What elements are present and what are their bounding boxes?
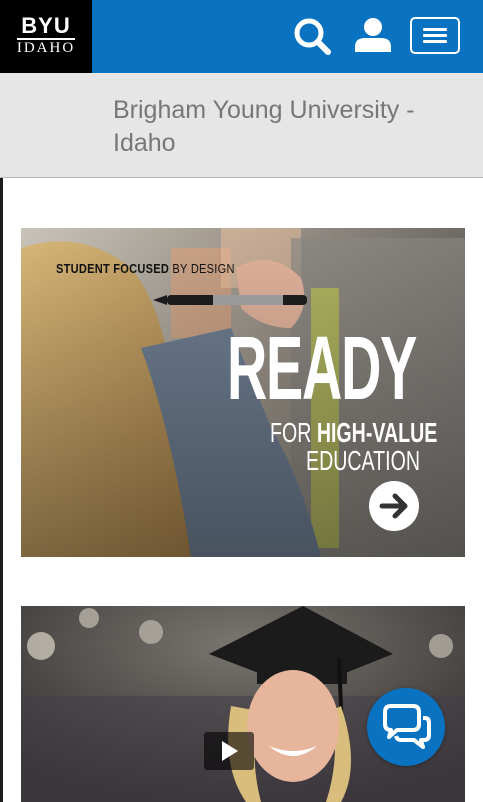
hamburger-line [423, 40, 447, 43]
hamburger-menu-icon [423, 28, 447, 31]
logo-byu-text: BYU [21, 13, 71, 38]
arrow-right-circle-icon [379, 493, 408, 519]
banner-subheadline-line2: EDUCATION [306, 445, 420, 476]
subheadline-bold: HIGH-VALUE [316, 417, 438, 448]
hamburger-line [423, 34, 447, 37]
banner-headline: READY [227, 319, 417, 419]
chat-bubbles-icon [383, 704, 431, 749]
logo-idaho-text: IDAHO [16, 40, 76, 56]
page-title: Brigham Young University - Idaho [113, 96, 415, 157]
banner-tagline: STUDENT FOCUSED BY DESIGN [56, 261, 235, 276]
chat-button[interactable] [367, 688, 445, 766]
left-edge-border [0, 178, 3, 802]
play-icon [222, 741, 238, 761]
menu-button[interactable] [410, 17, 460, 54]
ready-education-banner[interactable]: STUDENT FOCUSED BY DESIGN READY FOR HIGH… [21, 228, 465, 557]
tagline-bold: STUDENT FOCUSED [56, 261, 170, 276]
tagline-rest: BY DESIGN [172, 261, 235, 276]
site-header: BYU IDAHO [0, 0, 483, 73]
user-icon [355, 18, 391, 52]
search-button[interactable] [290, 15, 334, 59]
banner-subheadline: FOR HIGH-VALUE [270, 418, 437, 448]
marker-pen [153, 295, 307, 305]
account-button[interactable] [351, 14, 395, 58]
search-icon [294, 18, 331, 55]
play-button[interactable] [204, 732, 254, 770]
subheadline-prefix: FOR [270, 417, 312, 448]
byu-idaho-logo[interactable]: BYU IDAHO [0, 0, 92, 73]
banner-arrow-button[interactable] [369, 481, 419, 531]
page-title-bar: Brigham Young University - Idaho [0, 73, 483, 178]
